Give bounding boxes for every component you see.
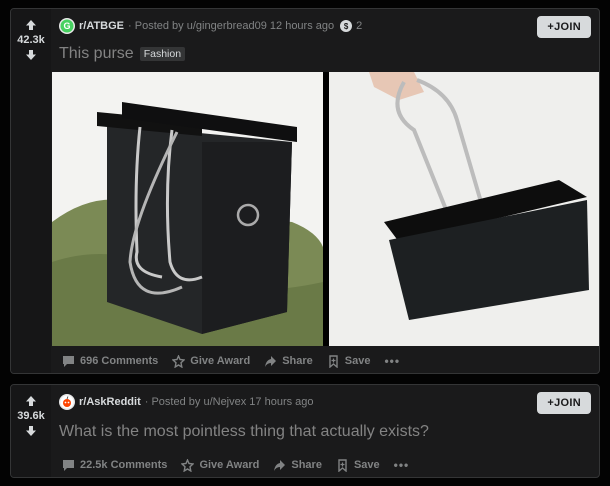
award-icon — [172, 354, 186, 368]
save-label: Save — [344, 355, 371, 367]
arrow-down-icon — [26, 50, 36, 60]
post-meta: G r/ATBGE · Posted by u/gingerbread09 12… — [59, 17, 599, 35]
vote-score: 39.6k — [17, 410, 45, 422]
share-label: Share — [282, 355, 313, 367]
comments-button[interactable]: 22.5k Comments — [57, 456, 172, 475]
posted-by: · Posted by u/gingerbread09 12 hours ago — [128, 20, 335, 32]
save-label: Save — [353, 459, 380, 471]
subreddit-icon[interactable] — [59, 394, 75, 410]
vote-column: 42.3k — [11, 9, 51, 373]
share-button[interactable]: Share — [259, 352, 318, 371]
more-options-button[interactable]: ••• — [389, 455, 415, 475]
subreddit-link[interactable]: r/ATBGE — [79, 20, 124, 32]
comments-button[interactable]: 696 Comments — [57, 352, 163, 371]
upvote-button[interactable] — [21, 17, 41, 33]
join-button[interactable]: +JOIN — [537, 392, 591, 414]
subreddit-link[interactable]: r/AskReddit — [79, 396, 141, 408]
comment-bubble-icon — [63, 459, 74, 471]
purse-photo-right — [329, 72, 599, 346]
save-button[interactable]: Save — [331, 456, 385, 475]
post-actions: 22.5k Comments Give Award Share Save ••• — [57, 455, 418, 475]
purse-photo-left — [52, 72, 323, 346]
subreddit-icon[interactable]: G — [59, 18, 75, 34]
share-arrow-icon — [274, 459, 286, 471]
vote-score: 42.3k — [17, 34, 45, 46]
more-options-button[interactable]: ••• — [379, 351, 405, 371]
comments-count: 696 Comments — [80, 355, 159, 367]
award-icon — [181, 458, 195, 472]
comments-count: 22.5k Comments — [80, 459, 168, 471]
comment-bubble-icon — [63, 355, 74, 367]
give-award-button[interactable]: Give Award — [176, 456, 264, 475]
arrow-up-icon — [26, 20, 36, 30]
post-title[interactable]: This purse — [59, 45, 134, 63]
post-title[interactable]: What is the most pointless thing that ac… — [59, 423, 429, 441]
svg-text:G: G — [63, 21, 70, 31]
posted-by: · Posted by u/Nejvex 17 hours ago — [144, 396, 314, 408]
post-card[interactable]: 42.3k G r/ATBGE · Posted by u/gingerbrea… — [10, 8, 600, 374]
share-button[interactable]: Share — [268, 456, 327, 475]
bookmark-icon — [338, 458, 347, 472]
downvote-button[interactable] — [21, 47, 41, 63]
arrow-down-icon — [26, 426, 36, 436]
join-button[interactable]: +JOIN — [537, 16, 591, 38]
give-award-button[interactable]: Give Award — [167, 352, 255, 371]
give-award-label: Give Award — [190, 355, 251, 367]
share-arrow-icon — [265, 355, 277, 367]
share-label: Share — [291, 459, 322, 471]
post-media[interactable] — [52, 72, 599, 346]
give-award-label: Give Award — [199, 459, 260, 471]
arrow-up-icon — [26, 396, 36, 406]
post-flair[interactable]: Fashion — [139, 47, 186, 61]
bookmark-icon — [329, 354, 338, 368]
upvote-button[interactable] — [21, 393, 41, 409]
post-card[interactable]: 39.6k r/AskReddit · Posted by u/Nejvex 1… — [10, 384, 600, 478]
post-meta: r/AskReddit · Posted by u/Nejvex 17 hour… — [59, 393, 599, 411]
downvote-button[interactable] — [21, 423, 41, 439]
post-actions: 696 Comments Give Award Share Save ••• — [57, 351, 409, 371]
award-count: 2 — [356, 20, 363, 32]
award-icon: $ — [340, 20, 353, 32]
save-button[interactable]: Save — [322, 352, 376, 371]
vote-column: 39.6k — [11, 385, 51, 477]
